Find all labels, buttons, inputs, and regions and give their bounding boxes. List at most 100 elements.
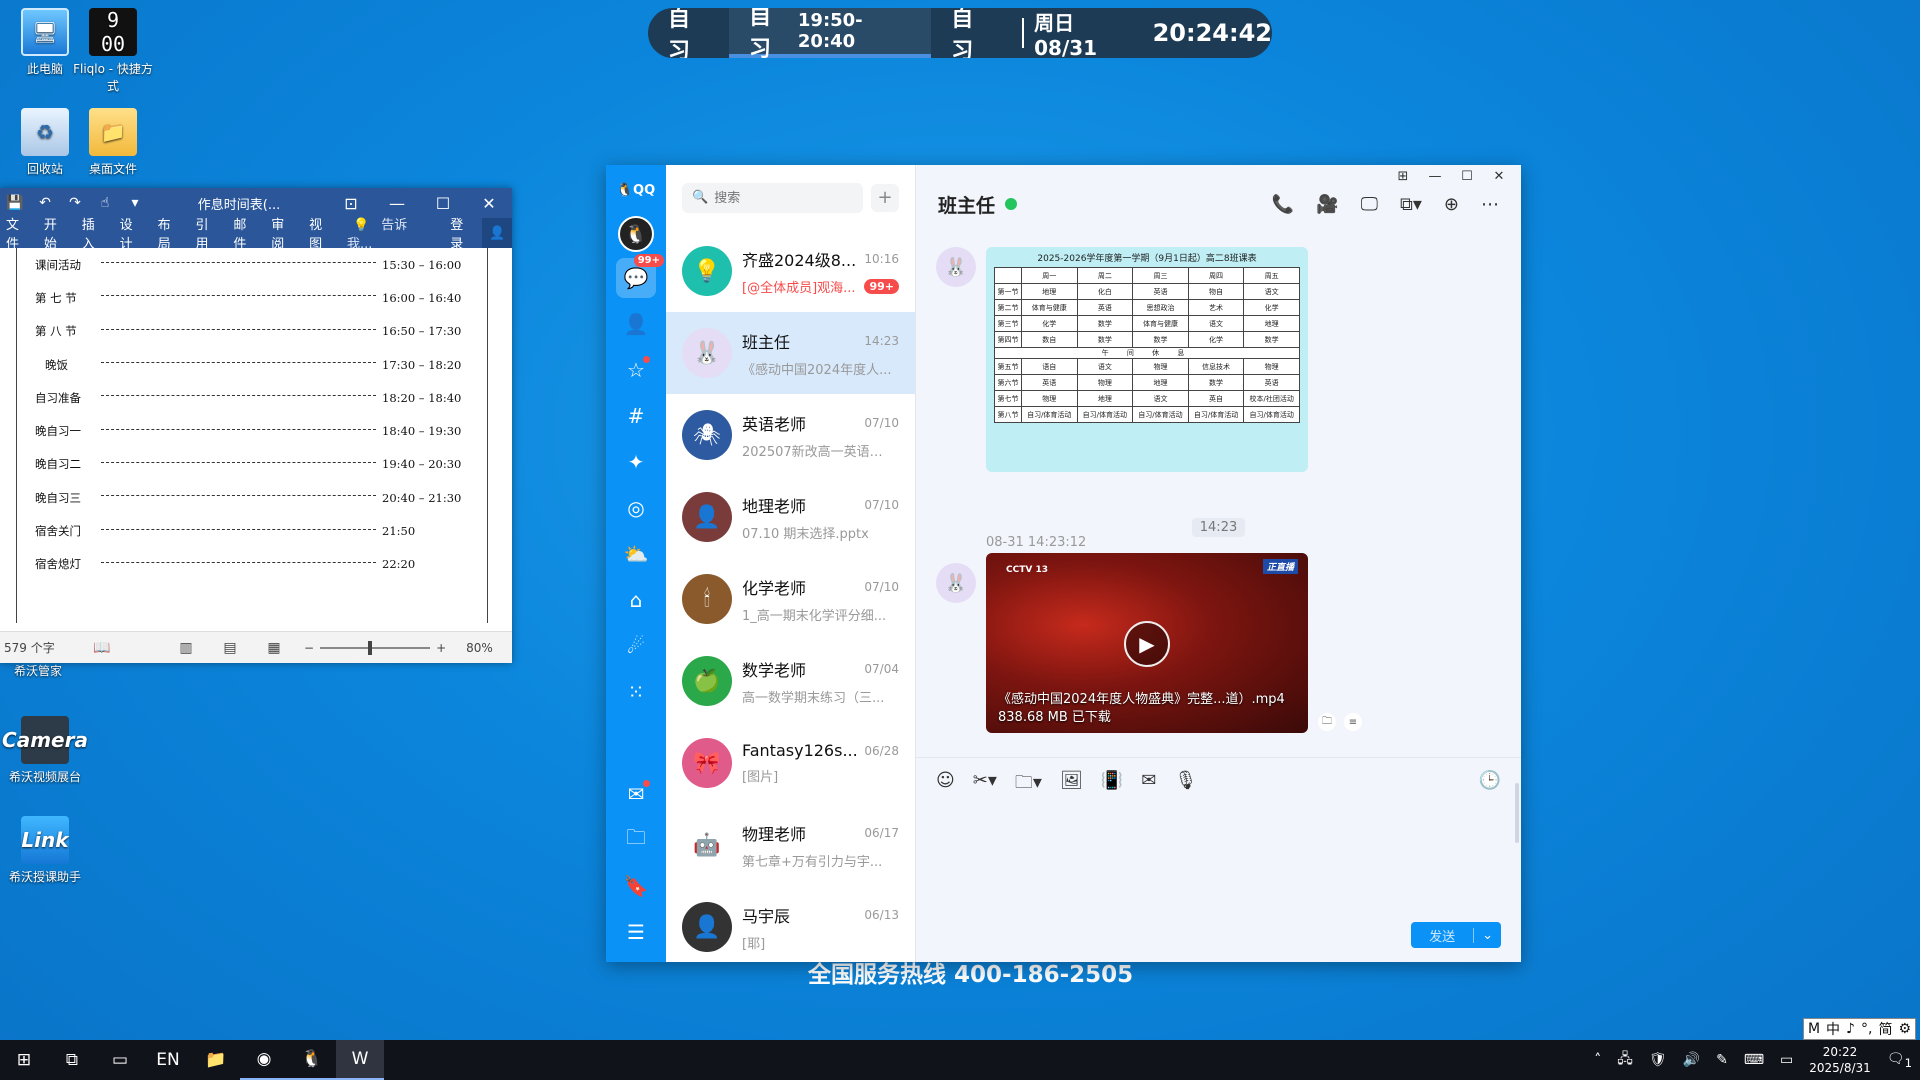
zone-icon[interactable]: ✦ [616,442,656,482]
minimize-button[interactable]: — [1419,169,1451,184]
messages-icon[interactable]: 💬 99+ [616,254,664,298]
close-button[interactable]: ✕ [1483,169,1515,184]
ime-half-width-icon[interactable]: ♪ [1846,1021,1855,1037]
keyboard-icon[interactable]: ⌨ [1744,1052,1764,1068]
mail-icon[interactable]: ✉ [616,774,656,814]
notification-icon[interactable]: 🗨1 [1887,1051,1912,1070]
word-count[interactable]: 579 个字 [0,639,80,656]
seewo-en-icon[interactable]: EN [144,1040,192,1080]
minimize-button[interactable]: — [374,194,420,213]
tab-view[interactable]: 视图 [303,214,341,252]
chevron-up-icon[interactable]: ˄ [1594,1052,1601,1068]
desktop-icon-desktop-files[interactable]: 📁 桌面文件 [68,108,158,177]
conversation-item[interactable]: 🐰 班主任 14:23 《感动中国2024年度人... [666,312,915,394]
pin-icon[interactable]: ⊞ [1387,169,1419,184]
bookmark-icon[interactable]: 🔖 [616,866,656,906]
menu-icon[interactable]: ☰ [616,912,656,952]
seewo-board-icon[interactable]: ▭ [96,1040,144,1080]
open-folder-icon[interactable]: 🗀 [1318,713,1336,731]
channels-icon[interactable]: # [616,396,656,436]
weather-icon[interactable]: ⛅ [616,534,656,574]
message-composer[interactable]: ☺ ✂▾ 🗀▾ 🖼 📳 ✉ 🎙 🕒 发送 ⌄ [916,757,1521,962]
tell-me-box[interactable]: 💡 告诉我... [341,214,444,252]
customize-qat-icon[interactable]: ▾ [120,195,150,211]
maximize-button[interactable]: ☐ [1451,169,1483,184]
network-icon[interactable]: 🖧 [1617,1048,1633,1072]
task-view-icon[interactable]: ⧉ [48,1040,96,1080]
login-button[interactable]: 登录 [444,214,482,252]
print-layout-icon[interactable]: ▤ [208,640,252,656]
conversation-item[interactable]: 🤖 物理老师 06/17 第七章+万有引力与宇... [666,804,915,886]
zoom-out-icon[interactable]: − [304,641,314,655]
conversation-item[interactable]: 👤 地理老师 07/10 07.10 期末选择.pptx [666,476,915,558]
volume-icon[interactable]: 🔊 [1683,1052,1700,1068]
tab-design[interactable]: 设计 [114,214,152,252]
ime-chinese-toggle[interactable]: 中 [1826,1019,1840,1039]
read-mode-icon[interactable]: ▥ [164,640,208,656]
ime-settings-icon[interactable]: ⚙ [1898,1021,1911,1037]
tab-file[interactable]: 文件 [0,214,38,252]
apps-grid-icon[interactable]: ⁙ [616,672,656,712]
display-icon[interactable]: ▭ [1780,1052,1793,1068]
image-icon[interactable]: 🖼 [1060,770,1083,800]
planet-icon[interactable]: ☄ [616,626,656,666]
contacts-icon[interactable]: 👤 [616,304,656,344]
conversation-item[interactable]: 🕯 化学老师 07/10 1_高一期末化学评分细... [666,558,915,640]
more-options-icon[interactable]: ≡ [1344,713,1362,731]
word-taskbar-icon[interactable]: W [336,1040,384,1080]
play-icon[interactable]: ▶ [1124,621,1170,667]
start-button[interactable]: ⊞ [0,1040,48,1080]
ime-simplified-toggle[interactable]: 简 [1878,1019,1892,1039]
add-button[interactable]: + [871,183,899,212]
avatar[interactable]: 🐧 [618,216,654,252]
search-input[interactable] [714,190,853,205]
desktop-icon-seewo-link[interactable]: Link 希沃授课助手 [0,816,90,885]
desktop-icon-seewo-camera[interactable]: Camera 希沃视频展台 [0,716,90,785]
proofing-icon[interactable]: 📖 [80,640,124,656]
conversation-item[interactable]: 👤 马宇辰 06/13 [耶] [666,886,915,968]
tab-review[interactable]: 审阅 [265,214,303,252]
zoom-level[interactable]: 80% [466,641,493,655]
save-icon[interactable]: 💾 [0,195,30,211]
desktop-icon-seewo-manager-label[interactable]: 希沃管家 [14,662,62,679]
desktop-icon-fliqlo[interactable]: 9 00 Fliqlo - 快捷方式 [68,8,158,94]
edge-icon[interactable]: ◉ [240,1040,288,1080]
ime-toolbar[interactable]: M 中 ♪ °, 简 ⚙ [1802,1018,1916,1040]
history-icon[interactable]: 🕒 [1479,770,1501,800]
search-box[interactable]: 🔍 [682,182,863,213]
qq-taskbar-icon[interactable]: 🐧 [288,1040,336,1080]
tab-references[interactable]: 引用 [189,214,227,252]
file-explorer-icon[interactable]: 📁 [192,1040,240,1080]
conversation-item[interactable]: 🕷 英语老师 07/10 202507新改高一英语参... [666,394,915,476]
conversation-item[interactable]: 💡 齐盛2024级8... 10:16 [@全体成员]观海... 99+ [666,230,915,312]
tab-layout[interactable]: 布局 [152,214,190,252]
add-member-icon[interactable]: ⊕ [1444,194,1459,215]
close-button[interactable]: ✕ [466,194,512,213]
shake-icon[interactable]: 📳 [1101,770,1123,800]
voice-call-icon[interactable]: 📞 [1272,194,1294,215]
chevron-down-icon[interactable]: ⌄ [1473,927,1501,943]
send-button[interactable]: 发送 ⌄ [1411,922,1501,948]
timetable-image[interactable]: 2025-2026学年度第一学期（9月1日起）高二8班课表 周一 周二 周三 周四 周五… [986,247,1308,472]
sender-avatar[interactable]: 🐰 [936,563,976,603]
store-icon[interactable]: ⌂ [616,580,656,620]
redo-icon[interactable]: ↷ [60,195,90,211]
zoom-in-icon[interactable]: + [436,641,446,655]
folder-icon[interactable]: 🗀 [616,820,656,860]
document-area[interactable]: 课间活动 15:30 – 16:00 第 七 节 16:00 – 16:40 第 八… [0,248,512,631]
tab-insert[interactable]: 插入 [76,214,114,252]
pen-icon[interactable]: ✎ [1716,1052,1728,1068]
maximize-button[interactable]: ☐ [420,194,466,213]
tab-mailings[interactable]: 邮件 [227,214,265,252]
more-icon[interactable]: ⋯ [1481,194,1499,215]
touch-mode-icon[interactable]: ☝ [90,195,120,211]
video-file-card[interactable]: CCTV 13 正直播 ▶ 《感动中国2024年度人物盛典》完整...道）.mp… [986,553,1308,733]
screen-share-icon[interactable]: 🖵 [1361,194,1378,215]
emoji-icon[interactable]: ☺ [936,770,955,800]
file-icon[interactable]: 🗀▾ [1015,770,1042,800]
ribbon-display-icon[interactable]: ⊡ [328,194,374,213]
favorites-icon[interactable]: ☆ [616,350,656,390]
ime-punctuation-icon[interactable]: °, [1861,1021,1872,1037]
conversation-item[interactable]: 🍏 数学老师 07/04 高一数学期末练习（三... [666,640,915,722]
games-icon[interactable]: ◎ [616,488,656,528]
